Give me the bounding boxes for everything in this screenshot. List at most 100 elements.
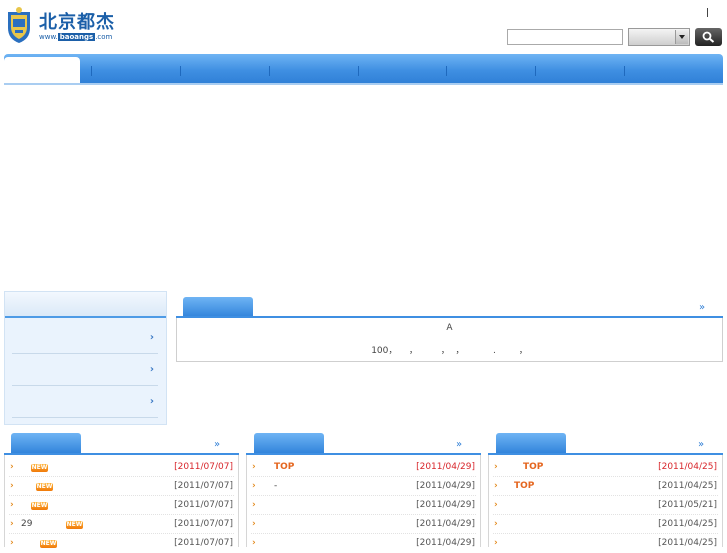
row-divider xyxy=(9,495,234,496)
search-icon xyxy=(702,31,715,43)
bullet-icon: › xyxy=(494,519,498,529)
chevron-down-icon[interactable] xyxy=(675,30,688,44)
list-item-title: 29 xyxy=(21,519,33,529)
list-item-title: TOP xyxy=(514,481,535,491)
nav-item-3[interactable] xyxy=(181,58,269,84)
notice-tab[interactable] xyxy=(183,297,253,318)
list-item-date: [2011/07/07] xyxy=(174,462,233,472)
row-divider xyxy=(251,476,476,477)
logo-url-prefix: www. xyxy=(39,33,58,41)
logo-url: www. baoangs .com xyxy=(39,33,112,41)
chevron-right-icon: › xyxy=(149,396,154,407)
nav-item-4[interactable] xyxy=(270,58,358,84)
bullet-icon: › xyxy=(252,538,256,548)
chevron-right-icon: › xyxy=(149,332,154,343)
nav-item-8[interactable] xyxy=(625,58,721,84)
list-item[interactable]: › NEW [2011/07/07] xyxy=(5,535,238,553)
row-divider xyxy=(9,533,234,534)
list-item-title: TOP xyxy=(523,462,544,472)
list-item[interactable]: › [2011/04/29] xyxy=(247,535,480,553)
nav-divider xyxy=(269,66,270,76)
column-1-more-link[interactable]: » xyxy=(214,439,220,450)
list-item[interactable]: › [2011/04/25] xyxy=(489,516,722,534)
list-item[interactable]: › [2011/04/29] xyxy=(247,497,480,515)
bullet-icon: › xyxy=(10,462,14,472)
bullet-icon: › xyxy=(10,481,14,491)
column-2-tab[interactable] xyxy=(254,433,324,454)
bullet-icon: › xyxy=(10,500,14,510)
nav-divider xyxy=(180,66,181,76)
bullet-icon: › xyxy=(494,462,498,472)
new-badge-icon: NEW xyxy=(40,540,57,548)
row-divider xyxy=(251,533,476,534)
bullet-icon: › xyxy=(10,538,14,548)
list-item-date: [2011/04/29] xyxy=(416,519,475,529)
sidebar-panel: › › › xyxy=(4,291,167,425)
list-item-date: [2011/05/21] xyxy=(658,500,717,510)
column-1-tab[interactable] xyxy=(11,433,81,454)
row-divider xyxy=(493,495,718,496)
sidebar-item[interactable]: › xyxy=(12,354,158,386)
column-2-list: › TOP [2011/04/29] › - [2011/04/29] › [2… xyxy=(246,455,481,548)
list-item-date: [2011/07/07] xyxy=(174,500,233,510)
notice-content: A 100， ， ， ， . ， xyxy=(176,318,723,362)
list-item-date: [2011/04/29] xyxy=(416,538,475,548)
site-logo[interactable]: 北京都杰 www. baoangs .com xyxy=(5,6,115,46)
bullet-icon: › xyxy=(494,538,498,548)
list-item[interactable]: › TOP [2011/04/25] xyxy=(489,478,722,496)
nav-divider xyxy=(446,66,447,76)
new-badge-icon: NEW xyxy=(31,502,48,510)
notice-line-1: A xyxy=(446,323,453,333)
row-divider xyxy=(251,495,476,496)
list-item-date: [2011/07/07] xyxy=(174,538,233,548)
new-badge-icon: NEW xyxy=(31,464,48,472)
list-item-date: [2011/04/25] xyxy=(658,462,717,472)
row-divider xyxy=(493,514,718,515)
list-item[interactable]: › [2011/05/21] xyxy=(489,497,722,515)
bullet-icon: › xyxy=(494,500,498,510)
list-item-date: [2011/04/29] xyxy=(416,500,475,510)
row-divider xyxy=(493,476,718,477)
bullet-icon: › xyxy=(252,481,256,491)
search-input[interactable] xyxy=(507,29,623,45)
logo-name: 北京都杰 xyxy=(39,12,115,33)
list-item-title: - xyxy=(274,481,278,491)
list-item[interactable]: › NEW [2011/07/07] xyxy=(5,478,238,496)
column-3-tab[interactable] xyxy=(496,433,566,454)
nav-item-5[interactable] xyxy=(359,58,447,84)
search-button[interactable] xyxy=(695,28,722,46)
list-item-date: [2011/07/07] xyxy=(174,519,233,529)
list-item[interactable]: › NEW [2011/07/07] xyxy=(5,459,238,477)
list-item[interactable]: › [2011/04/29] xyxy=(247,516,480,534)
sidebar-item[interactable]: › xyxy=(12,386,158,418)
nav-item-6[interactable] xyxy=(447,58,535,84)
column-3-more-link[interactable]: » xyxy=(698,439,704,450)
list-item-date: [2011/04/25] xyxy=(658,538,717,548)
row-divider xyxy=(9,514,234,515)
new-badge-icon: NEW xyxy=(36,483,53,491)
column-2-more-link[interactable]: » xyxy=(456,439,462,450)
nav-divider xyxy=(624,66,625,76)
bullet-icon: › xyxy=(252,500,256,510)
list-item[interactable]: › - [2011/04/29] xyxy=(247,478,480,496)
logo-url-domain: baoangs xyxy=(57,33,96,41)
bullet-icon: › xyxy=(252,462,256,472)
list-item[interactable]: › TOP [2011/04/29] xyxy=(247,459,480,477)
list-item-date: [2011/04/29] xyxy=(416,481,475,491)
notice-line-2: 100， ， ， ， . ， xyxy=(371,346,528,356)
notice-more-link[interactable]: » xyxy=(699,302,705,313)
list-item[interactable]: › [2011/04/25] xyxy=(489,535,722,553)
nav-item-7[interactable] xyxy=(536,58,624,84)
list-item[interactable]: › NEW [2011/07/07] xyxy=(5,497,238,515)
chevron-right-icon: › xyxy=(149,364,154,375)
top-links-separator xyxy=(707,8,708,17)
nav-divider xyxy=(535,66,536,76)
nav-item-2[interactable] xyxy=(92,58,180,84)
search-category-select[interactable] xyxy=(628,28,690,46)
sidebar-item[interactable]: › xyxy=(12,322,158,354)
row-divider xyxy=(9,476,234,477)
list-item[interactable]: › TOP [2011/04/25] xyxy=(489,459,722,477)
nav-item-home-active[interactable] xyxy=(4,57,80,84)
list-item[interactable]: › 29 NEW [2011/07/07] xyxy=(5,516,238,534)
bullet-icon: › xyxy=(10,519,14,529)
